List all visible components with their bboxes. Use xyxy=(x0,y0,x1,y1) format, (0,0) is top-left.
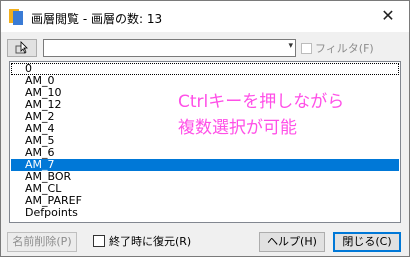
filter-checkbox[interactable]: フィルタ(F) xyxy=(301,40,374,56)
layer-list-item[interactable]: AM_BOR xyxy=(11,171,399,183)
annotation-line-1: Ctrlキーを押しながら xyxy=(178,92,345,112)
layer-filter-combo[interactable]: ▾ xyxy=(43,39,296,57)
close-icon[interactable]: ✕ xyxy=(377,6,399,28)
app-icon xyxy=(9,9,23,25)
window-title: 画層閲覧 - 画層の数: 13 xyxy=(31,12,163,26)
restore-label: 終了時に復元(R) xyxy=(109,235,192,248)
layer-list-item[interactable]: AM_6 xyxy=(11,147,399,159)
select-objects-button[interactable] xyxy=(7,39,37,57)
annotation-line-2: 複数選択が可能 xyxy=(178,118,297,138)
help-button[interactable]: ヘルプ(H) xyxy=(259,232,325,252)
select-object-icon xyxy=(15,41,28,54)
layer-list-item[interactable]: AM_0 xyxy=(11,75,399,87)
layer-list-item[interactable]: 0 xyxy=(11,63,399,75)
filter-checkbox-box[interactable] xyxy=(301,43,312,54)
restore-on-exit-checkbox[interactable]: 終了時に復元(R) xyxy=(93,234,191,250)
chevron-down-icon[interactable]: ▾ xyxy=(288,41,293,51)
layer-list[interactable]: 0 AM_0 AM_10 AM_12 AM_2 AM_4 AM_5 AM_6 AM_7 AM_BO… xyxy=(9,61,401,223)
close-button[interactable]: 閉じる(C) xyxy=(333,232,401,252)
restore-checkbox-box[interactable] xyxy=(93,235,105,247)
purge-button[interactable]: 名前削除(P) xyxy=(7,232,77,252)
title-bar: 画層閲覧 - 画層の数: 13 ✕ xyxy=(1,1,409,32)
layer-walk-dialog: 画層閲覧 - 画層の数: 13 ✕ ▾ フィルタ(F) 0 AM_0 AM_10 AM… xyxy=(0,0,410,257)
filter-label: フィルタ(F) xyxy=(315,42,374,55)
layer-list-item[interactable]: Defpoints xyxy=(11,207,399,219)
